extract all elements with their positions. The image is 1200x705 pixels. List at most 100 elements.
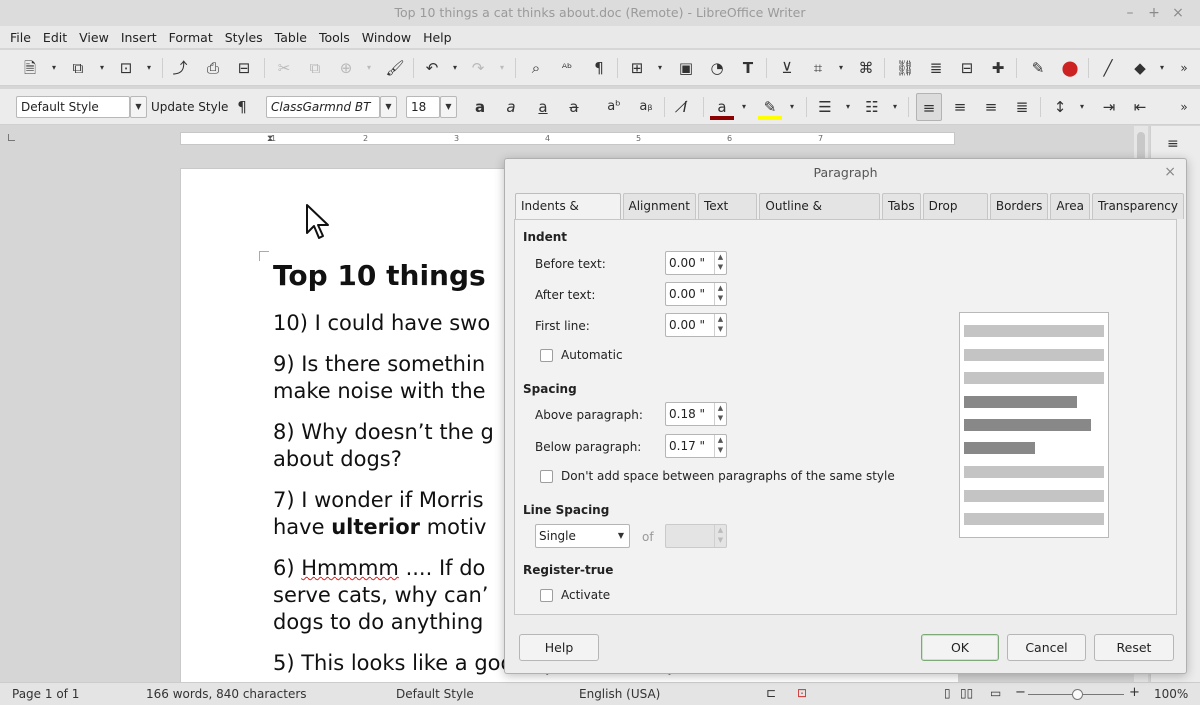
close-window-icon[interactable]: ×: [1166, 0, 1190, 26]
spinner-arrows-icon[interactable]: ▲ ▼: [714, 283, 726, 305]
menu-file[interactable]: File: [4, 30, 37, 45]
font-color-dropdown-icon[interactable]: ▾: [742, 103, 750, 111]
cut-icon[interactable]: ✂: [274, 58, 294, 78]
shapes-dropdown-icon[interactable]: ▾: [1160, 64, 1168, 72]
increase-indent-icon[interactable]: ⇥: [1099, 97, 1119, 117]
clear-formatting-icon[interactable]: I̸: [675, 97, 695, 117]
print-preview-icon[interactable]: ⊟: [234, 58, 254, 78]
page-break-icon[interactable]: ⊻: [777, 58, 797, 78]
menu-insert[interactable]: Insert: [115, 30, 163, 45]
tab-alignment[interactable]: Alignment: [622, 193, 696, 219]
below-paragraph-spinner[interactable]: 0.17 " ▲ ▼: [665, 434, 727, 458]
font-size-combo[interactable]: 18: [406, 96, 440, 118]
formatting-marks-icon[interactable]: ¶: [589, 58, 609, 78]
zoom-level[interactable]: 100%: [1154, 687, 1188, 701]
multi-page-view-icon[interactable]: ▯▯: [960, 686, 973, 700]
italic-icon[interactable]: a: [501, 97, 521, 117]
paragraph-style-dropdown-icon[interactable]: ▼: [130, 96, 147, 118]
spinner-arrows-icon[interactable]: ▲ ▼: [714, 525, 726, 547]
decrease-indent-icon[interactable]: ⇤: [1130, 97, 1150, 117]
dialog-close-icon[interactable]: ×: [1164, 159, 1176, 185]
tab-tabs[interactable]: Tabs: [882, 193, 921, 219]
toolbar-overflow-icon[interactable]: »: [1174, 97, 1194, 117]
tab-drop-caps[interactable]: Drop Caps: [922, 193, 988, 237]
print-icon[interactable]: ⎙: [203, 58, 223, 78]
tab-outline-numbering[interactable]: Outline & Numbering: [759, 193, 881, 237]
tab-borders[interactable]: Borders: [989, 193, 1049, 219]
save-dropdown-icon[interactable]: ▾: [147, 64, 155, 72]
single-page-view-icon[interactable]: ▯: [944, 686, 951, 700]
undo-icon[interactable]: ↶: [422, 58, 442, 78]
tab-transparency[interactable]: Transparency: [1091, 193, 1184, 219]
table-dropdown-icon[interactable]: ▾: [658, 64, 666, 72]
spinner-arrows-icon[interactable]: ▲ ▼: [714, 403, 726, 425]
paste-icon[interactable]: ⊕: [336, 58, 356, 78]
numbered-list-dropdown-icon[interactable]: ▾: [893, 103, 901, 111]
spelling-icon[interactable]: ᴬᵇ: [557, 58, 577, 78]
ok-button[interactable]: OK: [921, 634, 999, 661]
save-icon[interactable]: ⊡: [116, 58, 136, 78]
paragraph-style-combo[interactable]: Default Style: [16, 96, 130, 118]
menu-view[interactable]: View: [73, 30, 115, 45]
zoom-out-icon[interactable]: −: [1015, 685, 1026, 700]
above-paragraph-spinner[interactable]: 0.18 " ▲ ▼: [665, 402, 727, 426]
line-spacing-of-spinner[interactable]: ▲ ▼: [665, 524, 727, 548]
comment-icon[interactable]: ⊟: [957, 58, 977, 78]
font-name-dropdown-icon[interactable]: ▼: [380, 96, 397, 118]
insert-table-icon[interactable]: ⊞: [627, 58, 647, 78]
update-style-button[interactable]: Update Style: [151, 97, 228, 117]
line-spacing-select[interactable]: Single ▼: [535, 524, 630, 548]
superscript-icon[interactable]: aᵇ: [604, 97, 624, 117]
insert-textbox-icon[interactable]: T: [738, 58, 758, 78]
spinner-arrows-icon[interactable]: ▲ ▼: [714, 435, 726, 457]
font-size-dropdown-icon[interactable]: ▼: [440, 96, 457, 118]
new-style-icon[interactable]: ¶: [232, 97, 252, 117]
insert-line-icon[interactable]: ╱: [1098, 58, 1118, 78]
basic-shapes-icon[interactable]: ◆: [1130, 58, 1150, 78]
tab-type-icon[interactable]: [8, 134, 15, 141]
help-button[interactable]: Help: [519, 634, 599, 661]
font-color-icon[interactable]: a: [712, 97, 732, 117]
open-dropdown-icon[interactable]: ▾: [100, 64, 108, 72]
book-view-icon[interactable]: ▭: [990, 686, 1001, 700]
new-document-icon[interactable]: 🗎: [20, 58, 40, 78]
insert-image-icon[interactable]: ▣: [676, 58, 696, 78]
activate-checkbox[interactable]: [540, 589, 553, 602]
page-count[interactable]: Page 1 of 1: [12, 687, 79, 701]
word-count[interactable]: 166 words, 840 characters: [146, 687, 307, 701]
insert-chart-icon[interactable]: ◔: [707, 58, 727, 78]
underline-icon[interactable]: a: [533, 97, 553, 117]
find-replace-icon[interactable]: ⌕: [526, 58, 546, 78]
undo-dropdown-icon[interactable]: ▾: [453, 64, 461, 72]
draw-pen-icon[interactable]: ✎: [1028, 58, 1048, 78]
align-center-icon[interactable]: ≡: [950, 97, 970, 117]
field-dropdown-icon[interactable]: ▾: [839, 64, 847, 72]
redo-icon[interactable]: ↷: [468, 58, 488, 78]
horizontal-ruler[interactable]: 1 2 3 4 5 6 7 ⧗: [180, 132, 955, 145]
clone-formatting-icon[interactable]: 🖌: [385, 58, 405, 78]
tab-text-flow[interactable]: Text Flow: [697, 193, 758, 237]
highlight-dropdown-icon[interactable]: ▾: [790, 103, 798, 111]
font-name-combo[interactable]: ClassGarmnd BT: [266, 96, 380, 118]
document-modified-icon[interactable]: ⊡: [797, 686, 807, 700]
sidebar-menu-icon[interactable]: ≡: [1167, 136, 1179, 152]
justify-icon[interactable]: ≣: [1012, 97, 1032, 117]
bold-icon[interactable]: a: [470, 97, 490, 117]
menu-styles[interactable]: Styles: [219, 30, 269, 45]
zoom-in-icon[interactable]: +: [1129, 685, 1140, 700]
new-dropdown-icon[interactable]: ▾: [52, 64, 60, 72]
spinner-arrows-icon[interactable]: ▲ ▼: [714, 314, 726, 336]
tab-indents-spacing[interactable]: Indents & Spacing: [515, 193, 621, 237]
track-changes-icon[interactable]: ✚: [988, 58, 1008, 78]
redo-dropdown-icon[interactable]: ▾: [500, 64, 508, 72]
selection-mode-icon[interactable]: ⊏: [766, 686, 776, 700]
line-spacing-dropdown-icon[interactable]: ▾: [1080, 103, 1088, 111]
automatic-checkbox[interactable]: [540, 349, 553, 362]
align-right-icon[interactable]: ≡: [981, 97, 1001, 117]
menu-window[interactable]: Window: [356, 30, 417, 45]
first-line-spinner[interactable]: 0.00 " ▲ ▼: [665, 313, 727, 337]
bullet-list-dropdown-icon[interactable]: ▾: [846, 103, 854, 111]
menu-edit[interactable]: Edit: [37, 30, 73, 45]
before-text-spinner[interactable]: 0.00 " ▲ ▼: [665, 251, 727, 275]
insert-field-icon[interactable]: ⌗: [808, 58, 828, 78]
